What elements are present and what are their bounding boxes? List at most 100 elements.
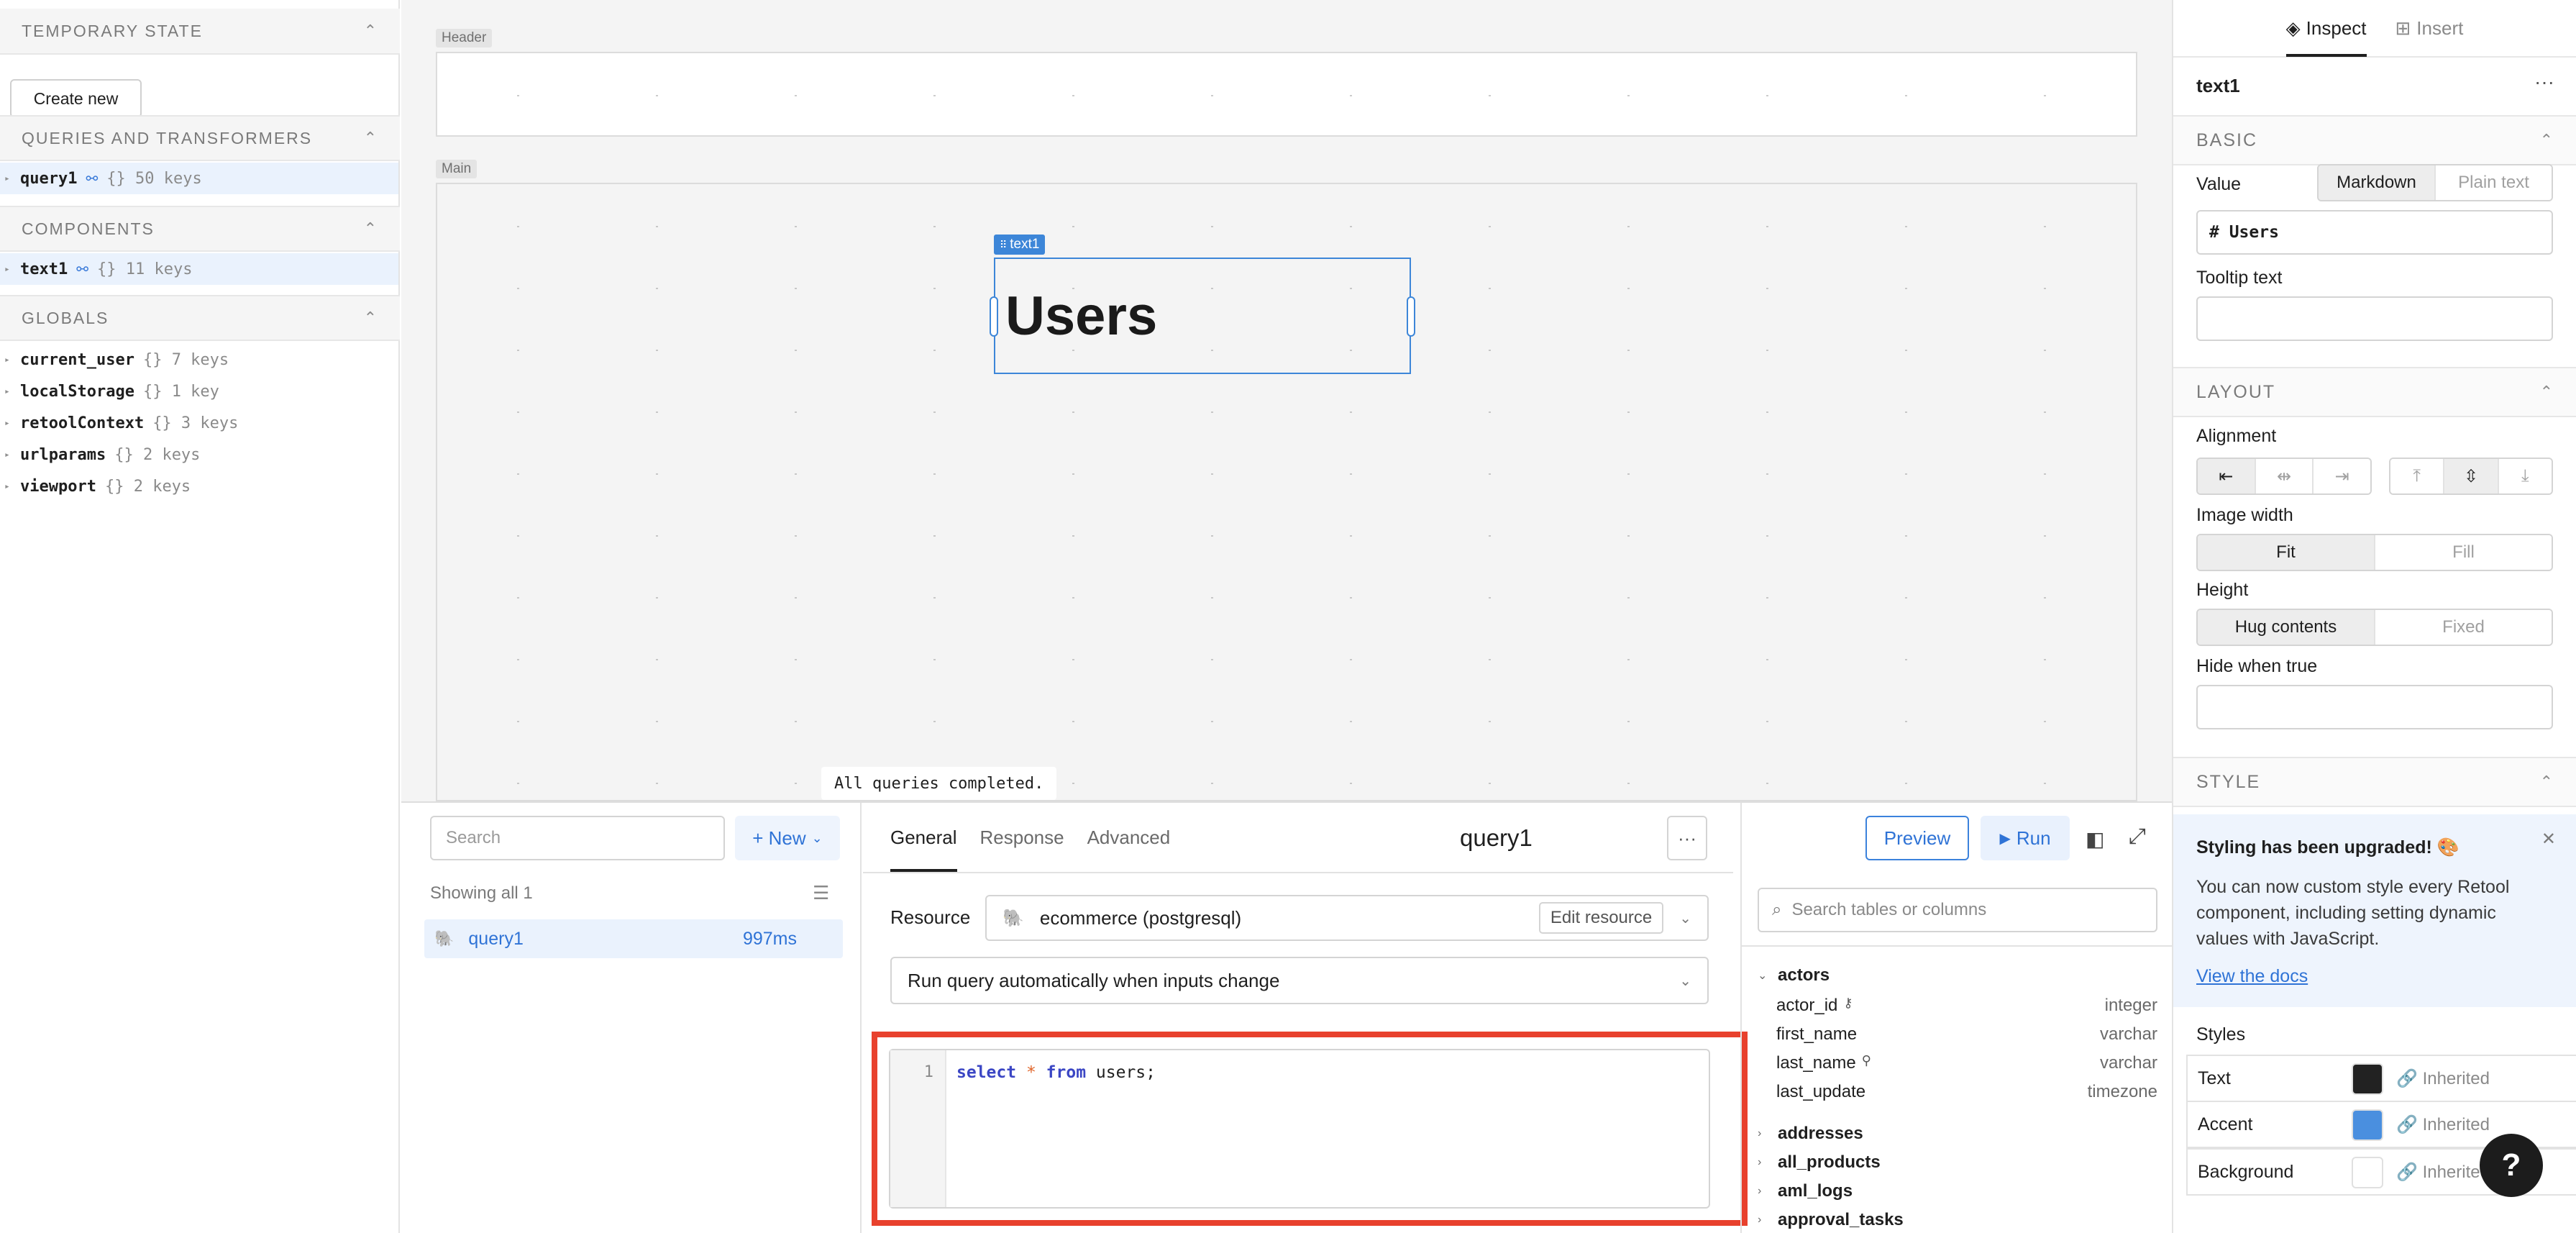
align-bottom-icon[interactable]: ⤓ xyxy=(2498,459,2552,493)
tree-item-urlparams[interactable]: ▸ urlparams {} 2 keys xyxy=(0,439,398,470)
align-left-icon[interactable]: ⇤ xyxy=(2198,459,2256,493)
new-query-button[interactable]: + New ⌄ xyxy=(735,816,840,860)
chevron-up-icon[interactable]: ⌃ xyxy=(364,129,378,147)
section-components[interactable]: COMPONENTS ⌃ xyxy=(0,206,400,252)
component-name[interactable]: text1 xyxy=(2196,75,2240,97)
expand-triangle-icon[interactable]: ▸ xyxy=(4,386,12,397)
schema-search-input[interactable]: ⌕ Search tables or columns xyxy=(1758,888,2157,932)
expand-triangle-icon[interactable]: ▸ xyxy=(4,173,12,184)
section-temporary-state[interactable]: TEMPORARY STATE ⌃ xyxy=(0,9,400,55)
query-title[interactable]: query1 xyxy=(1460,824,1533,852)
section-style[interactable]: STYLE ⌃ xyxy=(2173,757,2576,807)
hug-contents-option[interactable]: Hug contents xyxy=(2198,610,2375,645)
hide-input[interactable] xyxy=(2196,685,2553,729)
more-options-icon[interactable]: ··· xyxy=(2534,70,2554,94)
schema-table[interactable]: › aml_logs xyxy=(1758,1181,1853,1201)
style-name: Background xyxy=(2198,1161,2294,1182)
link-icon: 🔗 xyxy=(2396,1114,2423,1134)
align-middle-icon[interactable]: ⇳ xyxy=(2444,459,2499,493)
tab-label: Inspect xyxy=(2306,17,2367,39)
color-swatch[interactable] xyxy=(2352,1109,2383,1141)
layers-icon: ◈ xyxy=(2285,17,2301,39)
section-globals[interactable]: GLOBALS ⌃ xyxy=(0,295,400,341)
tree-item-query1[interactable]: ▸ query1 ⚯ {} 50 keys xyxy=(0,163,398,194)
tab-inspect[interactable]: ◈ Inspect xyxy=(2285,0,2367,57)
expand-triangle-icon[interactable]: ▸ xyxy=(4,450,12,460)
color-swatch[interactable] xyxy=(2352,1063,2383,1095)
filter-sliders-icon[interactable]: ☰ xyxy=(813,882,829,904)
code-operator: * xyxy=(1026,1063,1036,1082)
fixed-option[interactable]: Fixed xyxy=(2375,610,2552,645)
fit-option[interactable]: Fit xyxy=(2198,535,2375,570)
chevron-down-icon: ⌄ xyxy=(1679,973,1691,989)
resize-handle-right[interactable] xyxy=(1407,296,1415,337)
search-icon: ⌕ xyxy=(1772,900,1782,919)
section-title: QUERIES AND TRANSFORMERS xyxy=(22,128,313,147)
close-icon[interactable]: ✕ xyxy=(2541,829,2556,850)
resize-handle-left[interactable] xyxy=(990,296,998,337)
tooltip-input[interactable] xyxy=(2196,296,2553,341)
query-search-input[interactable]: Search xyxy=(430,816,725,860)
schema-column[interactable]: last_name ⚲ varchar xyxy=(1776,1053,2157,1073)
query-duration: 997ms xyxy=(742,928,797,949)
text-component[interactable]: Users xyxy=(990,258,1415,374)
component-tag-label: text1 xyxy=(1010,237,1040,252)
section-queries[interactable]: QUERIES AND TRANSFORMERS ⌃ xyxy=(0,115,400,161)
chevron-up-icon[interactable]: ⌃ xyxy=(364,22,378,40)
drag-handle-icon[interactable]: ⠿ xyxy=(1000,239,1007,251)
hide-label: Hide when true xyxy=(2196,656,2318,676)
tree-item-viewport[interactable]: ▸ viewport {} 2 keys xyxy=(0,470,398,502)
chevron-up-icon[interactable]: ⌃ xyxy=(364,219,378,238)
link-nodes-icon: ⚯ xyxy=(86,170,99,187)
edit-resource-button[interactable]: Edit resource xyxy=(1538,902,1664,934)
column-name: last_update xyxy=(1776,1082,1866,1101)
expand-triangle-icon[interactable]: ▸ xyxy=(4,264,12,275)
fill-option[interactable]: Fill xyxy=(2375,535,2552,570)
tab-advanced[interactable]: Advanced xyxy=(1087,803,1171,872)
align-right-icon[interactable]: ⇥ xyxy=(2314,459,2370,493)
chevron-up-icon: ⌃ xyxy=(2539,131,2554,149)
tree-item-current-user[interactable]: ▸ current_user {} 7 keys xyxy=(0,344,398,376)
tab-label: Insert xyxy=(2416,17,2464,39)
section-layout[interactable]: LAYOUT ⌃ xyxy=(2173,367,2576,417)
style-row-text[interactable]: Text 🔗 Inherited xyxy=(2186,1055,2576,1102)
schema-column[interactable]: actor_id ⚷ integer xyxy=(1776,996,2157,1016)
align-top-icon[interactable]: ⤒ xyxy=(2390,459,2445,493)
expand-triangle-icon[interactable]: ▸ xyxy=(4,481,12,492)
schema-table[interactable]: › approval_tasks xyxy=(1758,1210,1904,1230)
create-new-button[interactable]: Create new xyxy=(10,79,142,118)
schema-column[interactable]: first_name varchar xyxy=(1776,1024,2157,1045)
tree-item-text1[interactable]: ▸ text1 ⚯ {} 11 keys xyxy=(0,253,398,285)
schema-table[interactable]: › addresses xyxy=(1758,1124,1863,1144)
view-docs-link[interactable]: View the docs xyxy=(2196,966,2553,987)
component-tag[interactable]: ⠿ text1 xyxy=(994,235,1046,255)
chevron-up-icon[interactable]: ⌃ xyxy=(364,309,378,327)
query-list-item[interactable]: 🐘 query1 997ms xyxy=(424,919,843,958)
tab-insert[interactable]: ⊞ Insert xyxy=(2395,0,2464,57)
schema-column[interactable]: last_update timezone xyxy=(1776,1082,2157,1102)
tab-response[interactable]: Response xyxy=(980,803,1064,872)
section-basic[interactable]: BASIC ⌃ xyxy=(2173,115,2576,165)
resource-select[interactable]: 🐘 ecommerce (postgresql) Edit resource ⌄ xyxy=(985,895,1709,941)
schema-table[interactable]: › all_products xyxy=(1758,1152,1881,1173)
table-name: approval_tasks xyxy=(1778,1210,1904,1229)
more-options-button[interactable]: ··· xyxy=(1667,816,1707,860)
align-center-icon[interactable]: ⇹ xyxy=(2255,459,2314,493)
plain-text-option[interactable]: Plain text xyxy=(2436,165,2552,200)
tab-general[interactable]: General xyxy=(890,803,957,872)
tree-item-localstorage[interactable]: ▸ localStorage {} 1 key xyxy=(0,376,398,407)
expand-triangle-icon[interactable]: ▸ xyxy=(4,418,12,429)
run-mode-select[interactable]: Run query automatically when inputs chan… xyxy=(890,957,1709,1004)
sql-code-editor[interactable]: 1 select * from users; xyxy=(889,1049,1710,1209)
chevron-right-icon: › xyxy=(1758,1185,1762,1197)
expand-triangle-icon[interactable]: ▸ xyxy=(4,355,12,365)
value-input[interactable]: # Users xyxy=(2196,210,2553,255)
schema-table-actors[interactable]: ⌄ actors xyxy=(1758,965,1830,986)
column-type: varchar xyxy=(2099,1024,2157,1044)
header-area[interactable] xyxy=(436,52,2137,137)
markdown-option[interactable]: Markdown xyxy=(2319,165,2436,200)
tree-item-retoolcontext[interactable]: ▸ retoolContext {} 3 keys xyxy=(0,407,398,439)
app-canvas[interactable]: Header Main ⠿ text1 Users All queries com… xyxy=(401,0,2172,801)
help-button[interactable]: ? xyxy=(2480,1134,2543,1197)
color-swatch[interactable] xyxy=(2352,1157,2383,1188)
